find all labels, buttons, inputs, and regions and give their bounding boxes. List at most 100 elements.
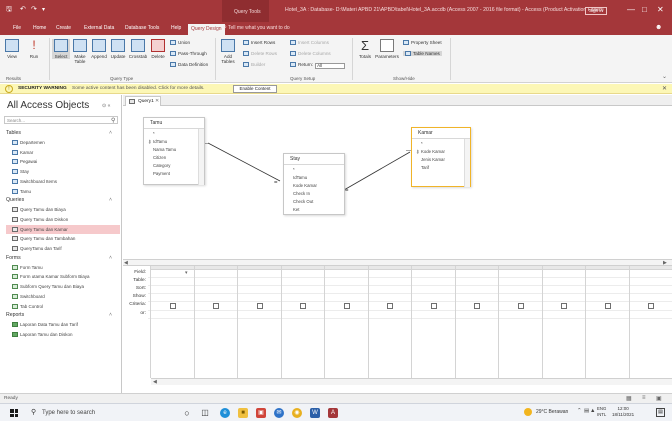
column-selector[interactable] bbox=[629, 266, 672, 270]
nav-item[interactable]: Laporan Tamu dan Diskon bbox=[6, 330, 120, 339]
notifications-icon[interactable]: ▤ bbox=[656, 408, 665, 417]
nav-item[interactable]: Subform Query Tamu dan Biaya bbox=[6, 282, 120, 291]
save-icon[interactable]: 🖫 bbox=[6, 5, 12, 16]
customize-icon[interactable]: ▾ bbox=[42, 6, 45, 13]
language-indicator[interactable]: ENG INTL bbox=[597, 406, 606, 418]
nav-item[interactable]: Query Tamu dan Diskon bbox=[6, 215, 120, 224]
table-box-stay[interactable]: Stay * IdTamu Kode Kamar Check In Check Out K… bbox=[283, 153, 345, 215]
make-table-button[interactable]: Make Table bbox=[72, 39, 88, 64]
nav-title[interactable]: All Access Objects bbox=[7, 100, 89, 111]
nav-item[interactable]: Departemen bbox=[6, 138, 120, 147]
nav-item[interactable]: Laporan Data Tamu dan Tarif bbox=[6, 320, 120, 329]
minimize-icon[interactable]: — bbox=[627, 5, 635, 14]
grid-column[interactable] bbox=[585, 266, 629, 378]
undo-icon[interactable]: ↶ bbox=[20, 5, 26, 13]
field-scrollbar[interactable] bbox=[464, 139, 470, 187]
field-item[interactable]: Nama Tamu bbox=[153, 147, 176, 152]
field-item[interactable]: Jenis Kamar bbox=[421, 157, 445, 162]
column-selector[interactable] bbox=[542, 266, 585, 270]
show-checkbox[interactable] bbox=[604, 303, 611, 309]
nav-item[interactable]: Form utama Kamar Subform Biaya bbox=[6, 272, 120, 281]
widgets-icon[interactable]: ◫ bbox=[200, 408, 210, 418]
insert-columns-button[interactable]: Insert Columns bbox=[290, 40, 329, 45]
grid-column[interactable] bbox=[411, 266, 455, 378]
show-checkbox[interactable] bbox=[169, 303, 176, 309]
grid-column[interactable] bbox=[454, 266, 498, 378]
table-box-tamu[interactable]: Tamu * ⚷ IdTamu Nama Tamu Citizen Category Pay… bbox=[143, 117, 205, 185]
nav-item[interactable]: Kamar bbox=[6, 148, 120, 157]
field-item[interactable]: Check In bbox=[293, 191, 310, 196]
redo-icon[interactable]: ↷ bbox=[31, 5, 37, 13]
field-item[interactable]: ⚷ IdTamu bbox=[148, 139, 167, 144]
feedback-icon[interactable]: ☻ bbox=[655, 24, 662, 31]
nav-section-reports[interactable]: Reports ˄ bbox=[6, 312, 112, 318]
delete-rows-button[interactable]: Delete Rows bbox=[243, 51, 277, 56]
union-button[interactable]: Union bbox=[170, 40, 190, 45]
nav-item[interactable]: Stay bbox=[6, 167, 120, 176]
nav-item[interactable]: Query Tamu dan Biaya bbox=[6, 205, 120, 214]
table-title[interactable]: Tamu bbox=[144, 118, 204, 129]
column-selector[interactable] bbox=[455, 266, 498, 270]
collapse-section-icon[interactable]: ˄ bbox=[109, 130, 112, 136]
field-item[interactable]: Citizen bbox=[153, 155, 166, 160]
builder-button[interactable]: Builder bbox=[243, 62, 265, 67]
grid-horizontal-scrollbar[interactable]: ◀ bbox=[151, 378, 672, 385]
field-item[interactable]: Payment bbox=[153, 171, 170, 176]
tab-help[interactable]: Help bbox=[171, 25, 181, 31]
column-selector[interactable] bbox=[499, 266, 542, 270]
nav-item[interactable]: Query Tamu dan Tambahan bbox=[6, 234, 120, 243]
nav-item[interactable]: Tab Control bbox=[6, 302, 120, 311]
grid-column[interactable] bbox=[367, 266, 411, 378]
show-checkbox[interactable] bbox=[300, 303, 307, 309]
grid-column[interactable] bbox=[628, 266, 672, 378]
datasheet-view-icon[interactable]: ▦ bbox=[626, 395, 632, 402]
column-selector[interactable] bbox=[368, 266, 411, 270]
parameters-button[interactable]: Parameters bbox=[375, 39, 399, 59]
nav-item[interactable]: Form Tamu bbox=[6, 263, 120, 272]
tab-query1[interactable]: Query1 ✕ bbox=[125, 96, 161, 106]
show-checkbox[interactable] bbox=[648, 303, 655, 309]
field-item[interactable]: Tarif bbox=[421, 165, 429, 170]
show-checkbox[interactable] bbox=[474, 303, 481, 309]
crosstab-button[interactable]: Crosstab bbox=[128, 39, 148, 59]
column-selector[interactable] bbox=[281, 266, 324, 270]
nav-item[interactable]: Switchboard bbox=[6, 292, 120, 301]
windows-start-icon[interactable] bbox=[10, 409, 18, 417]
scroll-left-icon[interactable]: ◀ bbox=[153, 379, 157, 385]
volume-icon[interactable]: ▲ bbox=[590, 408, 595, 414]
join-line-stay-kamar[interactable] bbox=[343, 151, 411, 191]
design-view-icon[interactable]: ▣ bbox=[656, 395, 662, 402]
taskbar-search[interactable]: ⚲ Type here to search bbox=[30, 407, 150, 419]
file-explorer-icon[interactable]: ■ bbox=[238, 408, 248, 418]
query-grid[interactable]: Field: Table: Sort: Show: Criteria: or: ◀ ▾ bbox=[123, 266, 672, 385]
grid-column[interactable] bbox=[280, 266, 324, 378]
collapse-section-icon[interactable]: ˄ bbox=[109, 312, 112, 318]
tab-file[interactable]: File bbox=[13, 25, 21, 31]
field-item[interactable]: Category bbox=[153, 163, 170, 168]
table-title[interactable]: Kamar bbox=[412, 128, 470, 139]
edge-icon[interactable]: e bbox=[220, 408, 230, 418]
sign-in-button[interactable]: Sign in bbox=[585, 7, 607, 15]
field-item[interactable]: Ket bbox=[293, 207, 299, 212]
select-query-button[interactable]: Select bbox=[52, 39, 70, 59]
add-tables-button[interactable]: Add Tables bbox=[219, 39, 237, 64]
task-view-icon[interactable]: ○ bbox=[182, 408, 192, 418]
field-item[interactable]: * bbox=[153, 131, 155, 136]
nav-item[interactable]: Query Tamu dan Kamar bbox=[6, 224, 120, 234]
delete-query-button[interactable]: Delete bbox=[149, 39, 167, 59]
access-icon[interactable]: A bbox=[328, 408, 338, 418]
query-design-area[interactable]: — = = — Tamu * ⚷ IdTamu Nama Tamu Citizen Cat… bbox=[123, 106, 672, 259]
field-item[interactable]: Kode Kamar bbox=[293, 183, 317, 188]
nav-search-input[interactable]: Search... ⚲ bbox=[4, 116, 118, 124]
weather-text[interactable]: 29°C Berawan bbox=[536, 409, 568, 415]
grid-column[interactable] bbox=[193, 266, 237, 378]
grid-column[interactable]: ▾ bbox=[150, 266, 194, 378]
field-item[interactable]: Check Out bbox=[293, 199, 313, 204]
show-checkbox[interactable] bbox=[213, 303, 220, 309]
data-definition-button[interactable]: Data Definition bbox=[170, 62, 208, 67]
field-dropdown-icon[interactable]: ▾ bbox=[185, 270, 188, 276]
field-item[interactable]: * bbox=[421, 141, 423, 146]
nav-item[interactable]: QueryTamu dan Tarif bbox=[6, 244, 120, 253]
append-button[interactable]: Append bbox=[90, 39, 108, 59]
show-checkbox[interactable] bbox=[430, 303, 437, 309]
